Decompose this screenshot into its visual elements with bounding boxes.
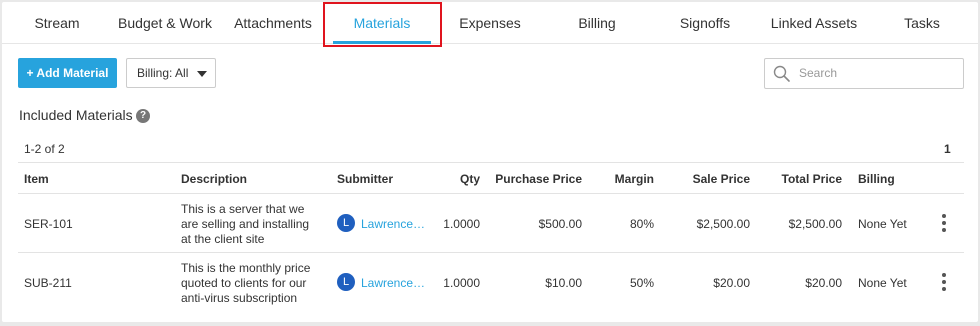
- avatar: L: [337, 273, 355, 291]
- tab-attachments[interactable]: Attachments: [226, 2, 320, 44]
- col-header-item[interactable]: Item: [24, 172, 49, 186]
- cell-margin: 50%: [629, 276, 654, 290]
- col-header-sale-price[interactable]: Sale Price: [662, 172, 750, 186]
- col-header-description[interactable]: Description: [181, 172, 247, 186]
- divider: [18, 193, 964, 194]
- cell-qty: 1.0000: [443, 217, 480, 231]
- search-input[interactable]: Search: [764, 58, 964, 89]
- tab-expenses[interactable]: Expenses: [448, 2, 532, 44]
- cell-description: This is the monthly price quoted to clie…: [181, 261, 311, 305]
- col-header-purchase-price[interactable]: Purchase Price: [482, 172, 582, 186]
- help-icon[interactable]: ?: [136, 109, 150, 123]
- cell-purchase-price: $500.00: [538, 217, 582, 231]
- search-placeholder: Search: [799, 66, 838, 80]
- cell-item: SUB-211: [24, 276, 72, 290]
- cell-sale-price: $20.00: [713, 276, 750, 290]
- cell-billing: None Yet: [858, 276, 907, 290]
- cell-description: This is a server that we are selling and…: [181, 202, 310, 246]
- section-title: Included Materials: [19, 107, 133, 123]
- cell-total-price: $20.00: [805, 276, 842, 290]
- col-header-billing[interactable]: Billing: [858, 172, 895, 186]
- row-divider: [18, 252, 964, 253]
- tab-linked-assets[interactable]: Linked Assets: [766, 2, 862, 44]
- chevron-down-icon: [197, 71, 207, 77]
- tab-budget-work[interactable]: Budget & Work: [110, 2, 220, 44]
- submitter-link[interactable]: Lawrence…: [361, 217, 425, 231]
- submitter-link[interactable]: Lawrence…: [361, 276, 425, 290]
- tab-billing[interactable]: Billing: [562, 2, 632, 44]
- avatar: L: [337, 214, 355, 232]
- cell-billing: None Yet: [858, 217, 907, 231]
- tab-stream[interactable]: Stream: [14, 2, 100, 44]
- cell-item: SER-101: [24, 217, 73, 231]
- cell-margin: 80%: [629, 217, 654, 231]
- active-tab-highlight-box: [323, 2, 442, 47]
- col-header-submitter[interactable]: Submitter: [337, 172, 393, 186]
- cell-qty: 1.0000: [443, 276, 480, 290]
- search-icon: [773, 65, 790, 82]
- row-menu-icon[interactable]: [939, 273, 949, 291]
- cell-sale-price: $2,500.00: [696, 217, 750, 231]
- tab-bar: Stream Budget & Work Attachments Materia…: [2, 2, 978, 44]
- billing-filter-select[interactable]: Billing: All: [126, 58, 216, 88]
- row-menu-icon[interactable]: [939, 214, 949, 232]
- divider: [18, 162, 964, 163]
- materials-panel: Stream Budget & Work Attachments Materia…: [2, 2, 978, 322]
- tab-signoffs[interactable]: Signoffs: [668, 2, 742, 44]
- tab-tasks[interactable]: Tasks: [892, 2, 952, 44]
- col-header-margin[interactable]: Margin: [592, 172, 654, 186]
- cell-total-price: $2,500.00: [788, 217, 842, 231]
- pagination-count: 1-2 of 2: [24, 142, 65, 156]
- page-number[interactable]: 1: [944, 142, 951, 156]
- col-header-qty[interactable]: Qty: [422, 172, 480, 186]
- col-header-total-price[interactable]: Total Price: [754, 172, 842, 186]
- add-material-button[interactable]: + Add Material: [18, 58, 117, 88]
- cell-purchase-price: $10.00: [545, 276, 582, 290]
